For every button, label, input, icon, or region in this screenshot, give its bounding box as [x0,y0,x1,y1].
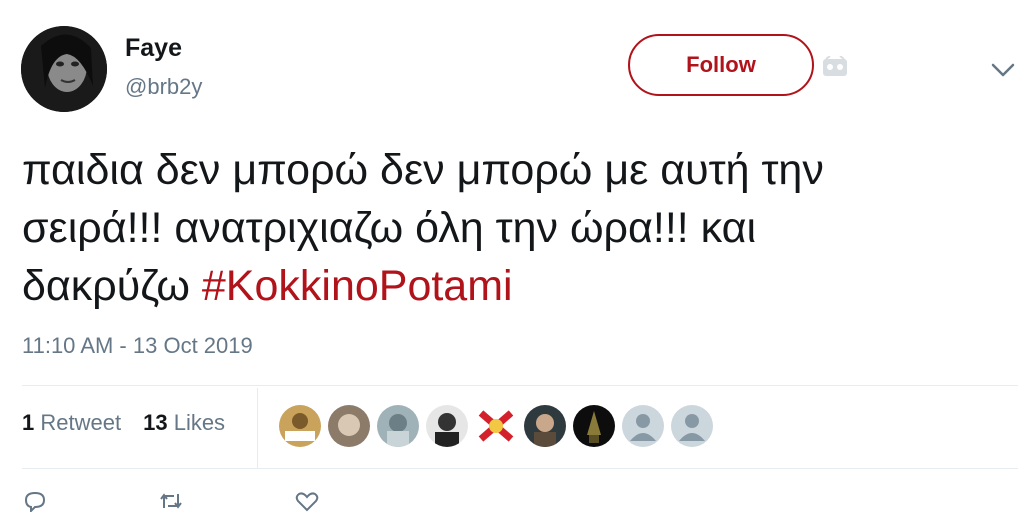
divider [22,385,1018,386]
retweet-stat[interactable]: 1 Retweet [22,410,121,436]
stats-divider [257,388,258,468]
liker-avatar-default[interactable] [671,405,713,447]
retweet-count: 1 [22,410,35,435]
tweet-actions [22,490,320,512]
liker-avatar[interactable] [279,405,321,447]
likes-stat[interactable]: 13 Likes [143,410,225,436]
tweet-line: σειρά!!! ανατριχιαζω όλη την ώρα!!! και [22,204,757,252]
tweet-stats: 1 Retweet 13 Likes [22,410,225,436]
hashtag-link[interactable]: #KokkinoPotami [202,262,513,310]
liker-avatar[interactable] [426,405,468,447]
divider [22,468,1018,469]
user-handle[interactable]: @brb2y [125,74,202,100]
liker-avatars [279,405,713,447]
tweet-text: παιδια δεν μπορώ δεν μπορώ με αυτή την σ… [22,141,1002,315]
brand-icon[interactable] [822,56,848,78]
user-avatar[interactable] [21,26,107,112]
tweet-timestamp[interactable]: 11:10 AM - 13 Oct 2019 [22,333,253,359]
retweet-icon[interactable] [158,490,184,512]
user-name[interactable]: Faye [125,34,182,63]
liker-avatar[interactable] [328,405,370,447]
tweet-line: δακρύζω #KokkinoPotami [22,257,1002,315]
tweet-line: παιδια δεν μπορώ δεν μπορώ με αυτή την [22,146,824,194]
liker-avatar[interactable] [524,405,566,447]
like-icon[interactable] [294,490,320,512]
reply-icon[interactable] [22,490,48,512]
likes-label: Likes [173,410,226,435]
tweet-line-text: δακρύζω [22,262,202,310]
liker-avatar[interactable] [573,405,615,447]
follow-button[interactable]: Follow [628,34,814,96]
chevron-down-icon[interactable] [990,60,1016,80]
likes-count: 13 [143,410,168,435]
retweet-label: Retweet [40,410,122,435]
liker-avatar-default[interactable] [622,405,664,447]
liker-avatar[interactable] [377,405,419,447]
liker-avatar[interactable] [475,405,517,447]
